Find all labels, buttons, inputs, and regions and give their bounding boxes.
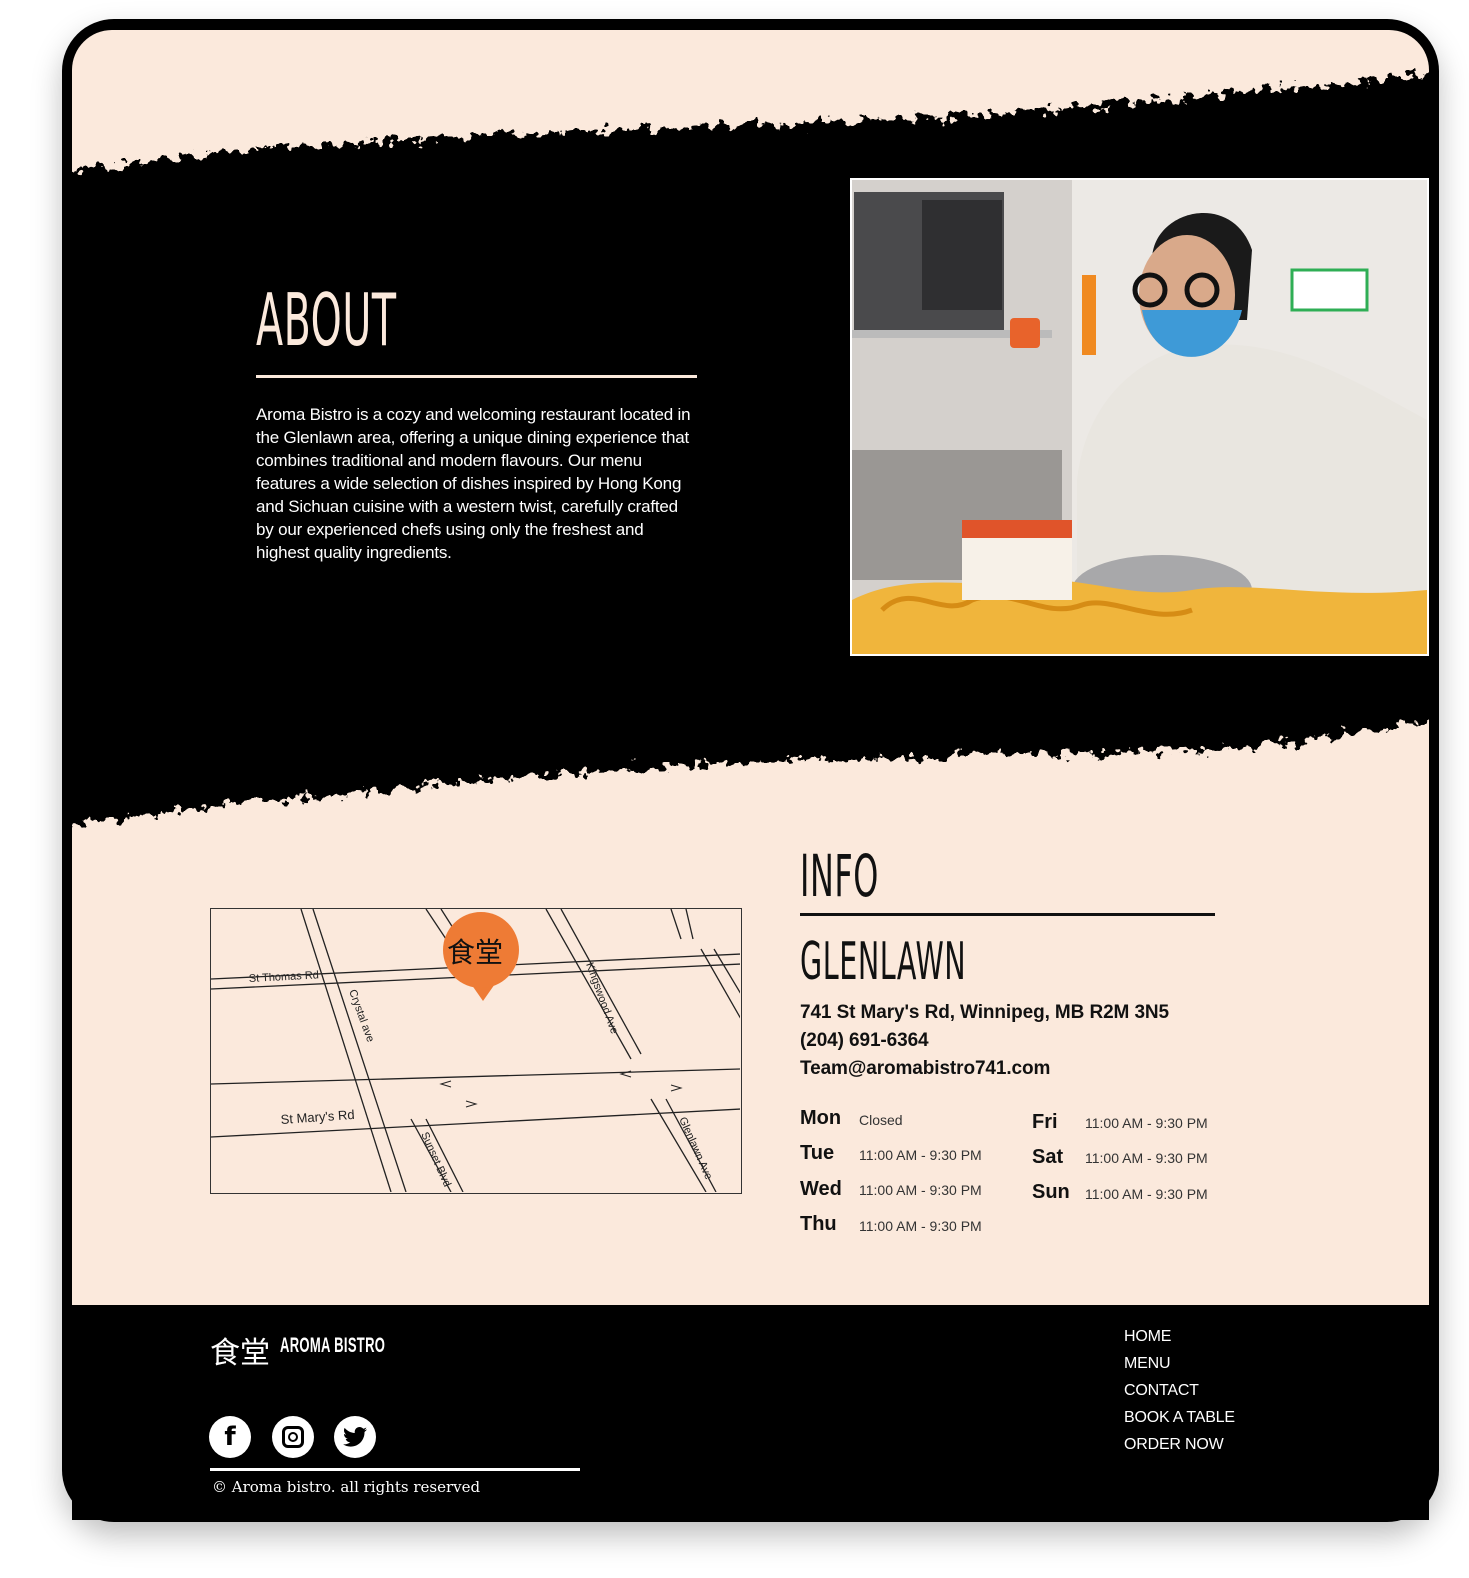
footer-nav-menu[interactable]: MENU	[1124, 1355, 1171, 1373]
twitter-icon	[343, 1427, 367, 1447]
info-divider	[800, 913, 1215, 916]
footer-nav-order-now[interactable]: ORDER NOW	[1124, 1436, 1224, 1454]
hours-time: 11:00 AM - 9:30 PM	[1085, 1150, 1208, 1166]
phone-link[interactable]: (204) 691-6364	[800, 1030, 929, 1052]
info-title: INFO	[800, 842, 879, 910]
hours-day: Thu	[800, 1213, 837, 1235]
page-screen: ABOUT Aroma Bistro is a cozy and welcomi…	[72, 30, 1429, 1305]
about-divider	[256, 375, 697, 378]
hours-day: Sun	[1032, 1181, 1070, 1203]
instagram-link[interactable]	[272, 1416, 314, 1458]
hours-time: Closed	[859, 1112, 903, 1128]
map-street-st-marys: St Mary's Rd	[280, 1107, 355, 1127]
footer-nav-contact[interactable]: CONTACT	[1124, 1382, 1199, 1400]
hours-day: Tue	[800, 1142, 835, 1164]
address-text: 741 St Mary's Rd, Winnipeg, MB R2M 3N5	[800, 1002, 1170, 1023]
hours-time: 11:00 AM - 9:30 PM	[859, 1182, 982, 1198]
map-street-kingswood: Kingswood Ave	[583, 961, 620, 1036]
email-link[interactable]: Team@aromabistro741.com	[800, 1058, 1050, 1080]
hours-day: Mon	[800, 1107, 842, 1129]
footer-nav-home[interactable]: HOME	[1124, 1328, 1171, 1346]
footer-divider	[210, 1468, 580, 1471]
hours-day: Sat	[1032, 1146, 1064, 1168]
map-street-st-thomas: St Thomas Rd	[249, 969, 320, 985]
chef-photo	[850, 178, 1429, 656]
facebook-link[interactable]: f	[209, 1416, 251, 1458]
location-map[interactable]: St Thomas Rd Crystal ave Kingswood Ave S…	[210, 908, 742, 1194]
hours-day: Fri	[1032, 1111, 1058, 1133]
about-description: Aroma Bistro is a cozy and welcoming res…	[256, 405, 691, 562]
logo-glyph: 食堂	[210, 1336, 270, 1371]
location-title: GLENLAWN	[800, 932, 967, 992]
map-street-glenlawn: Glenlawn Ave	[676, 1115, 714, 1181]
copyright-text: © Aroma bistro. all rights reserved	[212, 1478, 481, 1496]
hours-day: Wed	[800, 1178, 842, 1200]
about-title: ABOUT	[256, 278, 397, 362]
instagram-icon	[282, 1426, 304, 1448]
twitter-link[interactable]	[334, 1416, 376, 1458]
map-marker-glyph: 食堂	[447, 936, 504, 969]
hours-time: 11:00 AM - 9:30 PM	[1085, 1115, 1208, 1131]
map-street-crystal: Crystal ave	[346, 988, 376, 1044]
logo-wordmark: AROMA BISTRO	[280, 1334, 386, 1357]
hours-time: 11:00 AM - 9:30 PM	[859, 1218, 982, 1234]
facebook-icon: f	[224, 1422, 236, 1452]
hours-time: 11:00 AM - 9:30 PM	[1085, 1186, 1208, 1202]
hours-time: 11:00 AM - 9:30 PM	[859, 1147, 982, 1163]
footer-nav-book-table[interactable]: BOOK A TABLE	[1124, 1409, 1235, 1427]
